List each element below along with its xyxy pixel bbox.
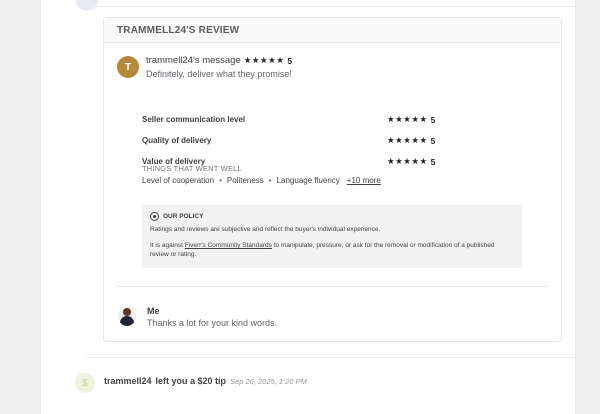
buyer-message-title: trammell24's message ★★★★★ 5 — [146, 55, 292, 66]
policy-title: OUR POLICY — [163, 213, 204, 220]
rating-score: 5 — [430, 135, 436, 146]
went-well-item: Language fluency — [276, 176, 340, 185]
seller-avatar[interactable] — [118, 306, 136, 326]
reply-divider — [117, 286, 548, 287]
rating-score: 5 — [430, 156, 436, 167]
review-header-title: TRAMMELL24'S REVIEW — [117, 24, 240, 36]
policy-box: OUR POLICY Ratings and reviews are subje… — [142, 205, 522, 268]
policy-line-2: It is against Fiverr's Community Standar… — [150, 241, 514, 260]
went-well-title: THINGS THAT WENT WELL — [142, 164, 242, 173]
bullet-separator: • — [268, 176, 272, 185]
rating-score: 5 — [430, 114, 436, 125]
avatar-head — [123, 308, 131, 316]
tip-dollar-glyph: $ — [82, 377, 88, 389]
policy-header: OUR POLICY — [150, 212, 203, 221]
tip-dollar-icon: $ — [75, 373, 95, 393]
buyer-avatar-initial: T — [124, 61, 132, 73]
tip-user[interactable]: trammell24 — [104, 376, 152, 386]
star-rating-icon: ★★★★★ — [387, 135, 428, 145]
went-well-list: Level of cooperation • Politeness • Lang… — [142, 176, 381, 185]
reply-author: Me — [147, 306, 160, 316]
policy-shield-icon — [150, 212, 159, 221]
star-rating-icon: ★★★★★ — [243, 55, 285, 65]
tip-date: Sep 26, 2025, 1:20 PM — [230, 377, 307, 386]
avatar-body — [120, 316, 134, 326]
reply-text: Thanks a lot for your kind words. — [147, 318, 278, 328]
review-header: TRAMMELL24'S REVIEW — [104, 18, 561, 43]
buyer-message-text: Definitely, deliver what they promise! — [146, 69, 292, 79]
tip-event: trammell24 left you a $20 tip Sep 26, 20… — [104, 376, 307, 386]
overall-score: 5 — [287, 55, 293, 66]
community-standards-link[interactable]: Fiverr's Community Standards — [185, 242, 272, 249]
tip-text: left you a $20 tip — [155, 376, 227, 386]
went-well-item: Politeness — [226, 176, 264, 185]
feed-divider — [86, 6, 600, 7]
rating-row-communication: Seller communication level ★★★★★ 5 — [142, 114, 442, 125]
went-well-item: Level of cooperation — [142, 176, 215, 185]
policy-line-1: Ratings and reviews are subjective and r… — [150, 226, 381, 233]
buyer-avatar[interactable]: T — [117, 56, 139, 78]
show-more-link[interactable]: +10 more — [347, 176, 381, 185]
rating-label: Seller communication level — [142, 115, 246, 124]
rating-label: Quality of delivery — [142, 136, 212, 145]
feed-divider — [86, 357, 600, 358]
rating-row-quality: Quality of delivery ★★★★★ 5 — [142, 135, 442, 146]
buyer-message-label: trammell24's message — [146, 55, 241, 66]
star-rating-icon: ★★★★★ — [387, 156, 428, 166]
review-card: TRAMMELL24'S REVIEW T trammell24's messa… — [103, 17, 562, 342]
bullet-separator: • — [219, 176, 222, 185]
star-rating-icon: ★★★★★ — [387, 114, 428, 124]
policy-line-2-pre: It is against — [150, 242, 183, 249]
